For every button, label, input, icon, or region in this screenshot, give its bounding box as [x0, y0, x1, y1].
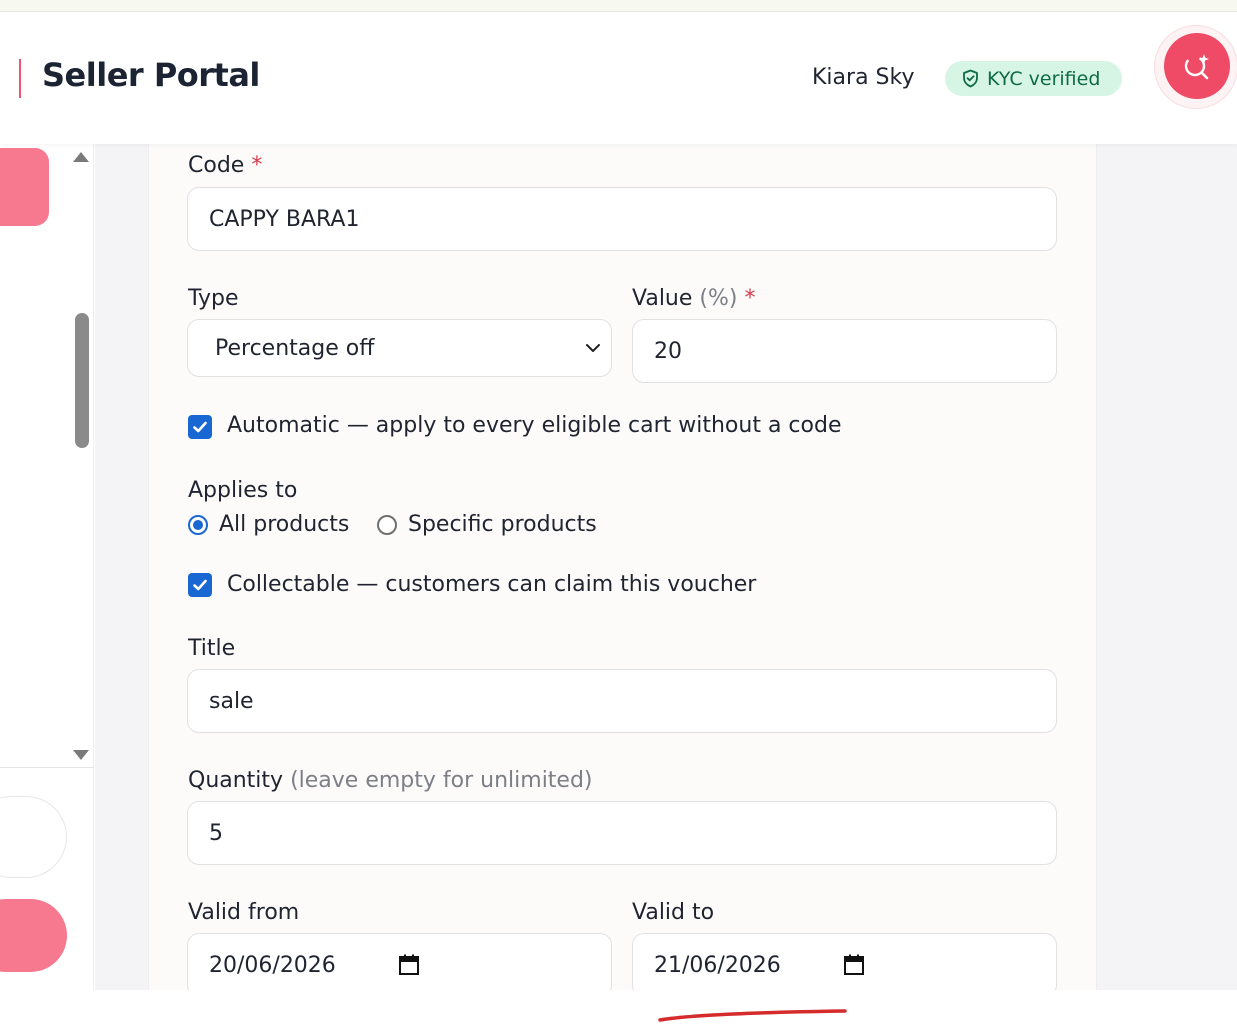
code-input-value: CAPPY BARA1 — [209, 206, 360, 232]
valid-to-label: Valid to — [632, 900, 715, 925]
radio-all-products-label: All products — [219, 512, 350, 537]
annotation-underline — [658, 1009, 847, 1022]
calendar-icon[interactable] — [843, 953, 865, 977]
kyc-badge-label: KYC verified — [987, 67, 1101, 90]
browser-top-strip — [0, 0, 1237, 12]
applies-to-label: Applies to — [188, 478, 298, 503]
value-label: Value (%) * — [632, 286, 756, 311]
automatic-label: Automatic — apply to every eligible cart… — [227, 413, 842, 438]
automatic-checkbox[interactable] — [188, 415, 212, 439]
assistant-button[interactable] — [1164, 33, 1230, 99]
code-required-mark: * — [251, 153, 263, 178]
valid-from-value: 20/06/2026 — [209, 952, 336, 978]
quantity-label: Quantity (leave empty for unlimited) — [188, 768, 593, 793]
app-header: Seller Portal Kiara Sky KYC verified — [0, 12, 1237, 144]
value-input[interactable]: 20 — [632, 319, 1057, 383]
radio-specific-products[interactable] — [377, 515, 397, 535]
valid-from-date-input[interactable]: 20/06/2026 — [187, 933, 612, 997]
scroll-up-arrow-icon[interactable] — [73, 152, 89, 162]
sidebar-divider — [0, 767, 94, 768]
collectable-checkbox[interactable] — [188, 573, 212, 597]
quantity-input-value: 5 — [209, 820, 223, 846]
collectable-label: Collectable — customers can claim this v… — [227, 572, 757, 597]
bottom-cutoff-area — [0, 990, 1237, 1025]
radio-specific-products-label: Specific products — [408, 512, 597, 537]
checkmark-icon — [193, 579, 207, 591]
value-label-hint: (%) — [699, 286, 738, 311]
user-name[interactable]: Kiara Sky — [812, 65, 914, 90]
chevron-down-icon — [586, 344, 600, 352]
sidebar-scrollbar-thumb[interactable] — [75, 313, 89, 448]
code-input[interactable]: CAPPY BARA1 — [187, 187, 1057, 251]
valid-to-date-input[interactable]: 21/06/2026 — [632, 933, 1057, 997]
title-label: Title — [188, 636, 236, 661]
code-label-text: Code — [188, 153, 245, 178]
quantity-label-text: Quantity — [188, 768, 284, 793]
calendar-icon[interactable] — [398, 953, 420, 977]
sidebar-active-tab[interactable] — [0, 148, 49, 226]
page-title: Seller Portal — [42, 56, 260, 94]
radio-all-products[interactable] — [188, 515, 208, 535]
type-label: Type — [188, 286, 239, 311]
shield-check-icon — [963, 69, 978, 88]
value-input-value: 20 — [654, 338, 682, 364]
value-label-text: Value — [632, 286, 693, 311]
value-required-mark: * — [744, 286, 756, 311]
search-sparkle-icon — [1184, 54, 1209, 80]
type-select[interactable]: Percentage off — [187, 319, 612, 377]
checkmark-icon — [193, 421, 207, 433]
valid-from-label: Valid from — [188, 900, 300, 925]
quantity-input[interactable]: 5 — [187, 801, 1057, 865]
brand-accent-bar — [19, 59, 21, 98]
type-select-value: Percentage off — [215, 335, 375, 361]
code-label: Code * — [188, 153, 262, 178]
title-input-value: sale — [209, 688, 254, 714]
scroll-down-arrow-icon[interactable] — [73, 750, 89, 760]
quantity-label-hint: (leave empty for unlimited) — [290, 768, 593, 793]
valid-to-value: 21/06/2026 — [654, 952, 781, 978]
title-input[interactable]: sale — [187, 669, 1057, 733]
kyc-status-badge: KYC verified — [945, 61, 1122, 96]
